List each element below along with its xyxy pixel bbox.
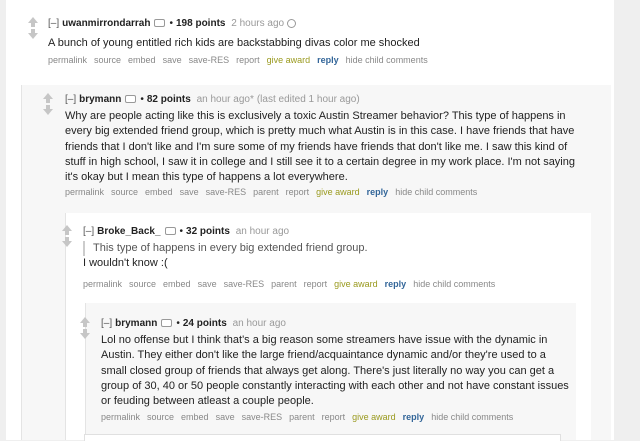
comment-time: 2 hours ago [231,18,285,29]
source-link[interactable]: source [94,55,121,65]
parent-link[interactable]: parent [289,412,315,422]
upvote-arrow-icon[interactable] [28,17,38,27]
comment-author[interactable]: brymann [79,94,121,105]
collapse-toggle[interactable]: [–] [65,94,76,105]
comment-tagline: [–] brymann • 24 points an hour ago [101,318,286,329]
flair-icon [154,19,166,28]
hide-child-comments-link[interactable]: hide child comments [413,279,495,289]
comment-paragraph: Lol no offense but I think that's a big … [101,334,569,408]
comment-tagline: [–] uwanmirrondarrah • 198 points 2 hours a… [48,18,297,29]
comment-buttons: permalink source embed save save-RES parent re… [83,279,502,289]
vote-arrows [41,93,55,115]
report-link[interactable]: report [286,187,310,197]
comment-body: This type of happens in every big extend… [83,241,573,272]
separator-dot: • [179,226,184,237]
upvote-arrow-icon[interactable] [80,317,90,327]
collapse-toggle[interactable]: [–] [83,226,94,237]
reply-link[interactable]: reply [385,279,407,289]
comment-paragraph: I wouldn't know :( [83,257,168,270]
downvote-arrow-icon[interactable] [62,237,72,247]
comment-author[interactable]: brymann [115,318,157,329]
separator-dot: • [176,318,180,329]
comment-author[interactable]: Broke_Back_ [97,226,160,237]
downvote-arrow-icon[interactable] [43,105,53,115]
give-award-link[interactable]: give award [352,412,396,422]
save-res-link[interactable]: save-RES [189,55,230,65]
hide-child-comments-link[interactable]: hide child comments [431,412,513,422]
flair-icon [161,319,173,328]
globe-icon [287,18,297,28]
save-link[interactable]: save [163,55,182,65]
comment-tagline: [–] brymann • 82 points an hour ago* (last e… [65,94,360,105]
comment-quote: This type of happens in every big extend… [83,241,573,257]
comment-body: Why are people acting like this is exclu… [65,109,590,185]
collapse-toggle[interactable]: [–] [48,18,59,29]
source-link[interactable]: source [129,279,156,289]
comment-paragraph: A bunch of young entitled rich kids are … [48,37,420,49]
comment-body: A bunch of young entitled rich kids are … [48,36,588,51]
last-edited-note: (last edited 1 hour ago) [256,94,360,105]
embed-link[interactable]: embed [163,279,191,289]
source-link[interactable]: source [147,412,174,422]
comment-tagline: [–] Broke_Back_ • 32 points an hour ago [83,226,289,237]
source-link[interactable]: source [111,187,138,197]
comment-buttons: permalink source embed save save-RES parent re… [101,412,520,422]
parent-link[interactable]: parent [253,187,279,197]
vote-arrows [78,317,92,339]
separator-dot: • [169,18,173,29]
vote-arrows [60,225,74,247]
give-award-link[interactable]: give award [334,279,378,289]
save-link[interactable]: save [198,279,217,289]
reply-link[interactable]: reply [403,412,425,422]
comment-time: an hour ago [232,318,286,329]
permalink-link[interactable]: permalink [65,187,104,197]
comment-body: Lol no offense but I think that's a big … [101,333,571,409]
comment-author[interactable]: uwanmirrondarrah [62,18,150,29]
permalink-link[interactable]: permalink [83,279,122,289]
comment-score: 82 points [146,94,191,105]
hide-child-comments-link[interactable]: hide child comments [395,187,477,197]
upvote-arrow-icon[interactable] [43,93,53,103]
comment-time: an hour ago* [196,94,254,105]
report-link[interactable]: report [304,279,328,289]
permalink-link[interactable]: permalink [101,412,140,422]
report-link[interactable]: report [322,412,346,422]
reply-link[interactable]: reply [317,55,339,65]
comment-buttons: permalink source embed save save-RES report gi… [48,55,435,65]
comment-score: 198 points [176,18,226,29]
give-award-link[interactable]: give award [267,55,311,65]
hide-child-comments-link[interactable]: hide child comments [346,55,428,65]
comment-score: 24 points [182,318,227,329]
comment-time: an hour ago [235,226,290,237]
report-link[interactable]: report [236,55,260,65]
save-link[interactable]: save [180,187,199,197]
embed-link[interactable]: embed [145,187,173,197]
vote-arrows [26,17,40,39]
parent-link[interactable]: parent [271,279,297,289]
flair-icon [125,95,137,104]
embed-link[interactable]: embed [181,412,209,422]
comment-score: 32 points [186,226,230,237]
give-award-link[interactable]: give award [316,187,360,197]
save-res-link[interactable]: save-RES [224,279,265,289]
save-res-link[interactable]: save-RES [242,412,283,422]
downvote-arrow-icon[interactable] [80,329,90,339]
embed-link[interactable]: embed [128,55,156,65]
permalink-link[interactable]: permalink [48,55,87,65]
flair-icon [164,227,176,236]
comment-buttons: permalink source embed save save-RES parent re… [65,187,484,197]
downvote-arrow-icon[interactable] [28,29,38,39]
comment-paragraph: Why are people acting like this is exclu… [65,110,575,184]
separator-dot: • [140,94,144,105]
reply-link[interactable]: reply [367,187,389,197]
upvote-arrow-icon[interactable] [62,225,72,235]
save-res-link[interactable]: save-RES [206,187,247,197]
collapse-toggle[interactable]: [–] [101,318,112,329]
save-link[interactable]: save [216,412,235,422]
